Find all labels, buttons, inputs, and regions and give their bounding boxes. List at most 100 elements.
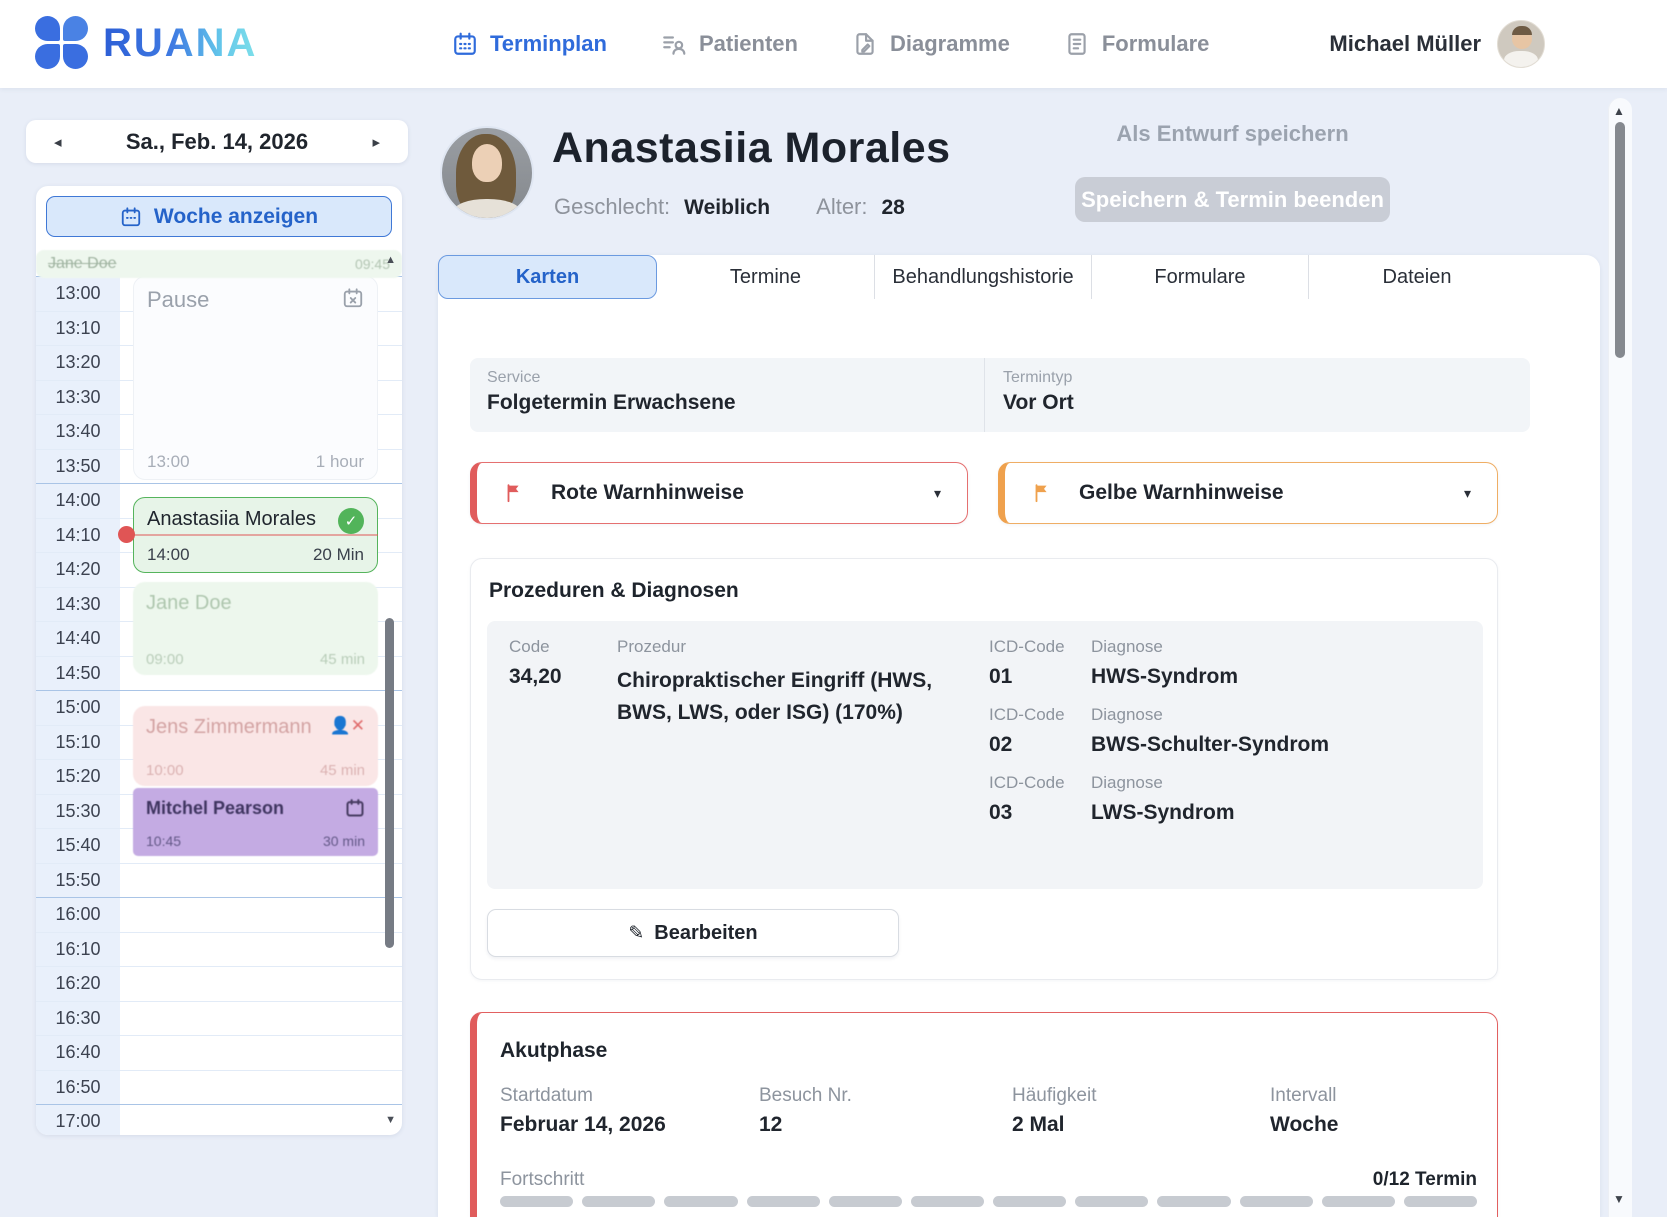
time-slot[interactable]: 17:00 <box>36 1104 402 1135</box>
phase-title: Akutphase <box>500 1039 1497 1063</box>
nav-patienten[interactable]: Patienten <box>661 31 798 57</box>
time-label: 16:30 <box>36 1002 120 1036</box>
prev-day-button[interactable]: ◂ <box>54 133 62 151</box>
nav-formulare[interactable]: Formulare <box>1064 31 1210 57</box>
save-finish-button[interactable]: Speichern & Termin beenden <box>1075 177 1390 222</box>
time-slot[interactable]: 16:20 <box>36 966 402 1001</box>
nav-formulare-label: Formulare <box>1102 31 1210 57</box>
acute-phase-card: Akutphase Startdatum Februar 14, 2026 Be… <box>470 1012 1498 1217</box>
next-day-button[interactable]: ▸ <box>372 133 380 151</box>
red-warnings-dropdown[interactable]: Rote Warnhinweise ▾ <box>470 462 968 524</box>
diagnosis-label: Diagnose <box>1091 637 1163 657</box>
edit-procedures-button[interactable]: ✎ Bearbeiten <box>487 909 899 957</box>
phase-field: Startdatum Februar 14, 2026 <box>500 1085 759 1137</box>
yellow-warnings-dropdown[interactable]: Gelbe Warnhinweise ▾ <box>998 462 1498 524</box>
time-slot[interactable]: 15:50 <box>36 863 402 898</box>
form-icon <box>1064 31 1090 57</box>
show-week-button[interactable]: Woche anzeigen <box>46 196 392 237</box>
tab-label: Behandlungshistorie <box>892 266 1073 289</box>
appointment-summary: Service Folgetermin Erwachsene Termintyp… <box>470 358 1530 432</box>
tab[interactable]: Behandlungshistorie <box>874 255 1091 299</box>
time-label: 14:50 <box>36 657 120 691</box>
event-mitchel-pearson[interactable]: Mitchel Pearson 10:45 30 min <box>133 788 378 856</box>
time-label: 16:40 <box>36 1036 120 1070</box>
user-menu[interactable]: Michael Müller <box>1329 0 1545 88</box>
nav-terminplan[interactable]: Terminplan <box>452 31 607 57</box>
progress-segment <box>1322 1196 1395 1207</box>
progress-segment <box>911 1196 984 1207</box>
time-label: 14:40 <box>36 622 120 656</box>
icd-code-value: 01 <box>989 665 1091 689</box>
service-label: Service <box>487 369 967 387</box>
progress-segment <box>500 1196 573 1207</box>
progress-segment <box>664 1196 737 1207</box>
icd-code-value: 03 <box>989 801 1091 825</box>
confirmed-check-icon: ✓ <box>338 508 364 534</box>
event-start: 14:00 <box>147 545 190 565</box>
event-pause[interactable]: Pause 13:00 1 hour <box>133 276 378 480</box>
current-time-dot <box>118 526 135 543</box>
event-jane-doe-cancelled[interactable]: Jane Doe 09:45 <box>36 250 402 278</box>
time-label: 14:30 <box>36 588 120 622</box>
icd-code-label: ICD-Code <box>989 637 1091 657</box>
diagnosis-group: ICD-Code Diagnose 03 LWS-Syndrom <box>989 773 1483 825</box>
calendar-remove-icon[interactable] <box>342 287 364 309</box>
calendar-scrollbar-thumb[interactable] <box>385 618 394 948</box>
event-duration: 30 min <box>323 833 365 849</box>
diagnosis-value: LWS-Syndrom <box>1091 801 1235 825</box>
time-label: 14:10 <box>36 519 120 553</box>
save-draft-link[interactable]: Als Entwurf speichern <box>1075 121 1390 147</box>
age-value: 28 <box>882 196 905 220</box>
time-slot[interactable]: 16:00 <box>36 897 402 932</box>
nav-diagramme-label: Diagramme <box>890 31 1010 57</box>
event-jane-doe[interactable]: Jane Doe 09:00 45 min <box>133 582 378 675</box>
scroll-up-icon[interactable]: ▲ <box>1613 104 1625 118</box>
code-value: 34,20 <box>509 665 617 689</box>
patient-name: Anastasiia Morales <box>552 124 951 173</box>
current-time-line <box>127 534 378 536</box>
icd-code-label: ICD-Code <box>989 773 1091 793</box>
event-jens-zimmermann[interactable]: Jens Zimmermann 👤✕ 10:00 45 min <box>133 706 378 786</box>
current-date[interactable]: Sa., Feb. 14, 2026 <box>126 129 308 155</box>
gender-value: Weiblich <box>684 196 770 220</box>
tab[interactable]: Karten <box>438 255 657 299</box>
day-calendar: Woche anzeigen 13:00 13:10 13:20 13:30 1… <box>36 186 402 1135</box>
time-label: 15:00 <box>36 691 120 725</box>
main-scrollbar-thumb[interactable] <box>1615 122 1625 358</box>
tab[interactable]: Termine <box>657 255 874 299</box>
time-label: 13:50 <box>36 450 120 484</box>
time-label: 16:50 <box>36 1071 120 1105</box>
warnings-row: Rote Warnhinweise ▾ Gelbe Warnhinweise ▾ <box>470 462 1498 524</box>
time-label: 15:20 <box>36 760 120 794</box>
diagnosis-label: Diagnose <box>1091 773 1163 793</box>
tab[interactable]: Formulare <box>1091 255 1308 299</box>
event-title: Jens Zimmermann <box>146 716 312 739</box>
calendar-scroll-down-icon[interactable]: ▼ <box>385 1114 396 1126</box>
time-slot[interactable]: 16:30 <box>36 1001 402 1036</box>
age-label: Alter: <box>816 194 867 220</box>
event-title: Pause <box>147 287 209 313</box>
progress-bar <box>500 1196 1477 1207</box>
event-title: Anastasiia Morales <box>147 508 316 531</box>
tab[interactable]: Dateien <box>1308 255 1525 299</box>
nav-diagramme[interactable]: Diagramme <box>852 31 1010 57</box>
phase-fields: Startdatum Februar 14, 2026 Besuch Nr. 1… <box>500 1085 1477 1137</box>
phase-field-value: Februar 14, 2026 <box>500 1113 759 1137</box>
time-slot[interactable]: 16:40 <box>36 1035 402 1070</box>
time-slot[interactable]: 16:50 <box>36 1070 402 1105</box>
code-label: Code <box>509 637 617 657</box>
time-label: 16:00 <box>36 898 120 932</box>
scroll-down-icon[interactable]: ▼ <box>1613 1192 1625 1206</box>
brand-logo[interactable]: RUANA <box>35 16 257 70</box>
calendar-scroll-up-icon[interactable]: ▲ <box>385 254 396 266</box>
brand-name: RUANA <box>103 21 257 66</box>
diagnoses-list: ICD-Code Diagnose 01 HWS-Syndrom ICD-Cod… <box>989 637 1483 873</box>
red-flag-icon <box>503 482 525 504</box>
procedures-diagnoses-card: Prozeduren & Diagnosen Code 34,20 Prozed… <box>470 558 1498 980</box>
time-slot[interactable]: 16:10 <box>36 932 402 967</box>
tab-label: Dateien <box>1383 266 1452 289</box>
event-title: Mitchel Pearson <box>146 798 284 819</box>
progress-segment <box>1157 1196 1230 1207</box>
tab-label: Karten <box>516 266 579 289</box>
time-label: 15:40 <box>36 829 120 863</box>
